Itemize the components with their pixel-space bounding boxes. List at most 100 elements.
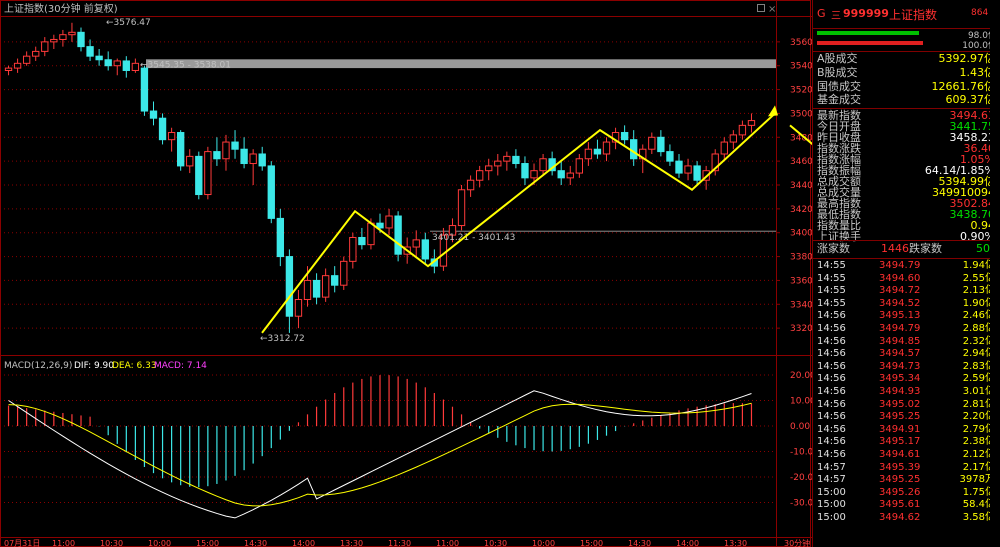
tick-price: 3494.72 <box>879 285 921 297</box>
right-scrollbar[interactable] <box>990 0 1000 547</box>
tick-row[interactable]: 14:55 3494.60 2.55亿 <box>813 273 997 286</box>
candle-up <box>186 155 194 167</box>
tick-time: 14:56 <box>817 398 846 410</box>
candle-up <box>584 148 593 160</box>
candle-up <box>648 136 656 150</box>
tick-row[interactable]: 15:00 3495.61 58.4亿 <box>813 499 997 512</box>
quote-header[interactable]: G 三 999999 上证指数 864 <box>813 0 1000 29</box>
candle-down <box>195 155 203 196</box>
time-tick-label: 11:30 <box>388 539 411 547</box>
price-tick-label: 3340 <box>790 300 812 310</box>
tick-time: 14:56 <box>817 411 846 423</box>
candle-up <box>747 120 756 126</box>
tick-row[interactable]: 14:56 3494.93 3.01亿 <box>813 386 997 399</box>
price-tick-label: 3540 <box>790 62 812 72</box>
chart-title: 上证指数(30分钟 前复权) <box>4 2 118 15</box>
tick-row[interactable]: 15:00 3494.62 3.58亿 <box>813 512 997 525</box>
tick-price: 3494.73 <box>879 360 921 372</box>
tick-price: 3495.26 <box>879 486 921 498</box>
candle-down <box>122 60 130 71</box>
candle-down <box>77 31 85 48</box>
macd-tick-label: 20.00 <box>790 371 812 381</box>
tick-price: 3495.13 <box>879 310 921 322</box>
price-tick-label: 3440 <box>790 181 812 191</box>
candle-up <box>494 160 502 167</box>
tick-price: 3494.79 <box>879 260 921 271</box>
candle-up <box>68 31 76 36</box>
price-tick-label: 3520 <box>790 86 812 96</box>
time-tick-label: 11:00 <box>436 539 459 547</box>
tick-price: 3494.85 <box>879 335 921 347</box>
tick-row[interactable]: 14:55 3494.79 1.94亿 <box>813 260 997 273</box>
tick-time: 14:56 <box>817 373 846 385</box>
close-icon: × <box>768 4 776 15</box>
time-tick-label: 30分钟 <box>784 538 810 547</box>
tick-time: 14:57 <box>817 461 846 473</box>
tick-time: 14:56 <box>817 449 846 460</box>
candle-up <box>530 170 538 179</box>
candle-up <box>503 155 511 162</box>
tick-row[interactable]: 14:57 3495.39 2.17亿 <box>813 462 997 475</box>
macd-dif: DIF: 9.90 <box>74 361 114 371</box>
tick-row[interactable]: 14:56 3494.73 2.83亿 <box>813 361 997 374</box>
price-tick-label: 3320 <box>790 324 812 334</box>
candle-up <box>340 260 348 286</box>
stat-value: 12661.76亿 <box>931 79 996 93</box>
tick-row[interactable]: 14:55 3494.52 1.90亿 <box>813 298 997 311</box>
candle-up <box>131 62 140 71</box>
candle-down <box>512 155 520 165</box>
time-tick-label: 15:00 <box>580 539 603 547</box>
tick-row[interactable]: 14:57 3495.25 3978万 <box>813 474 997 487</box>
candle-down <box>258 153 266 167</box>
tick-row[interactable]: 14:56 3494.85 2.32亿 <box>813 336 997 349</box>
quote-name: 上证指数 <box>889 8 938 22</box>
breadth-row: 涨家数 1446 跌家数 501 <box>813 241 1000 257</box>
stat-row: B股成交 1.43亿 <box>813 66 997 80</box>
candle-up <box>385 215 393 229</box>
candle-down <box>693 165 701 181</box>
macd-tick-label: -10.00 <box>790 448 812 458</box>
kline-chart-svg[interactable]: 上证指数(30分钟 前复权) ×3560354035203500348034603… <box>0 0 812 547</box>
macd-tick-label: -20.00 <box>790 473 812 483</box>
candle-up <box>466 179 475 191</box>
tick-time: 14:56 <box>817 360 846 372</box>
quote-code-prefix: G <box>817 7 826 20</box>
tick-row[interactable]: 14:56 3494.57 2.94亿 <box>813 348 997 361</box>
tick-row[interactable]: 14:56 3495.34 2.59亿 <box>813 373 997 386</box>
price-tick-label: 3380 <box>790 253 812 263</box>
up-count-label: 涨家数 <box>817 242 850 255</box>
time-tick-label: 13:30 <box>340 539 363 547</box>
candle-down <box>213 151 221 160</box>
candle-down <box>285 256 294 317</box>
tick-row[interactable]: 14:56 3494.61 2.12亿 <box>813 449 997 462</box>
candle-down <box>593 148 602 155</box>
candle-up <box>50 38 58 43</box>
candle-up <box>113 60 121 67</box>
kline-chart-area[interactable]: 上证指数(30分钟 前复权) × 3560 3540 3520 3500 3480 3460 3… <box>0 0 812 547</box>
tick-row[interactable]: 15:00 3495.26 1.75亿 <box>813 487 997 500</box>
time-tick-label: 10:30 <box>100 539 123 547</box>
candle-up <box>738 124 747 136</box>
tick-price: 3495.39 <box>879 461 921 473</box>
macd-tick-label: 10.00 <box>790 397 812 407</box>
ratio-bar-red <box>817 41 923 45</box>
tick-row[interactable]: 14:56 3495.02 2.81亿 <box>813 399 997 412</box>
macd-label: MACD(12,26,9) <box>4 361 72 371</box>
candle-up <box>22 55 31 64</box>
tick-row[interactable]: 14:56 3495.17 2.38亿 <box>813 436 997 449</box>
candle-down <box>149 110 158 119</box>
tick-row[interactable]: 14:56 3495.13 2.46亿 <box>813 310 997 323</box>
tick-row[interactable]: 14:55 3494.72 2.13亿 <box>813 285 997 298</box>
time-tick-label: 14:00 <box>292 539 315 547</box>
candle-up <box>294 299 303 317</box>
trend-line <box>261 112 776 334</box>
tick-row[interactable]: 14:56 3494.79 2.88亿 <box>813 323 997 336</box>
candle-down <box>657 136 665 153</box>
square-icon <box>757 4 765 12</box>
up-count: 1446 <box>881 242 909 255</box>
price-tick-label: 3460 <box>790 157 812 167</box>
tick-row[interactable]: 14:56 3495.25 2.20亿 <box>813 411 997 424</box>
candle-down <box>630 139 638 160</box>
tick-row[interactable]: 14:56 3494.91 2.79亿 <box>813 424 997 437</box>
candle-up <box>457 189 466 227</box>
